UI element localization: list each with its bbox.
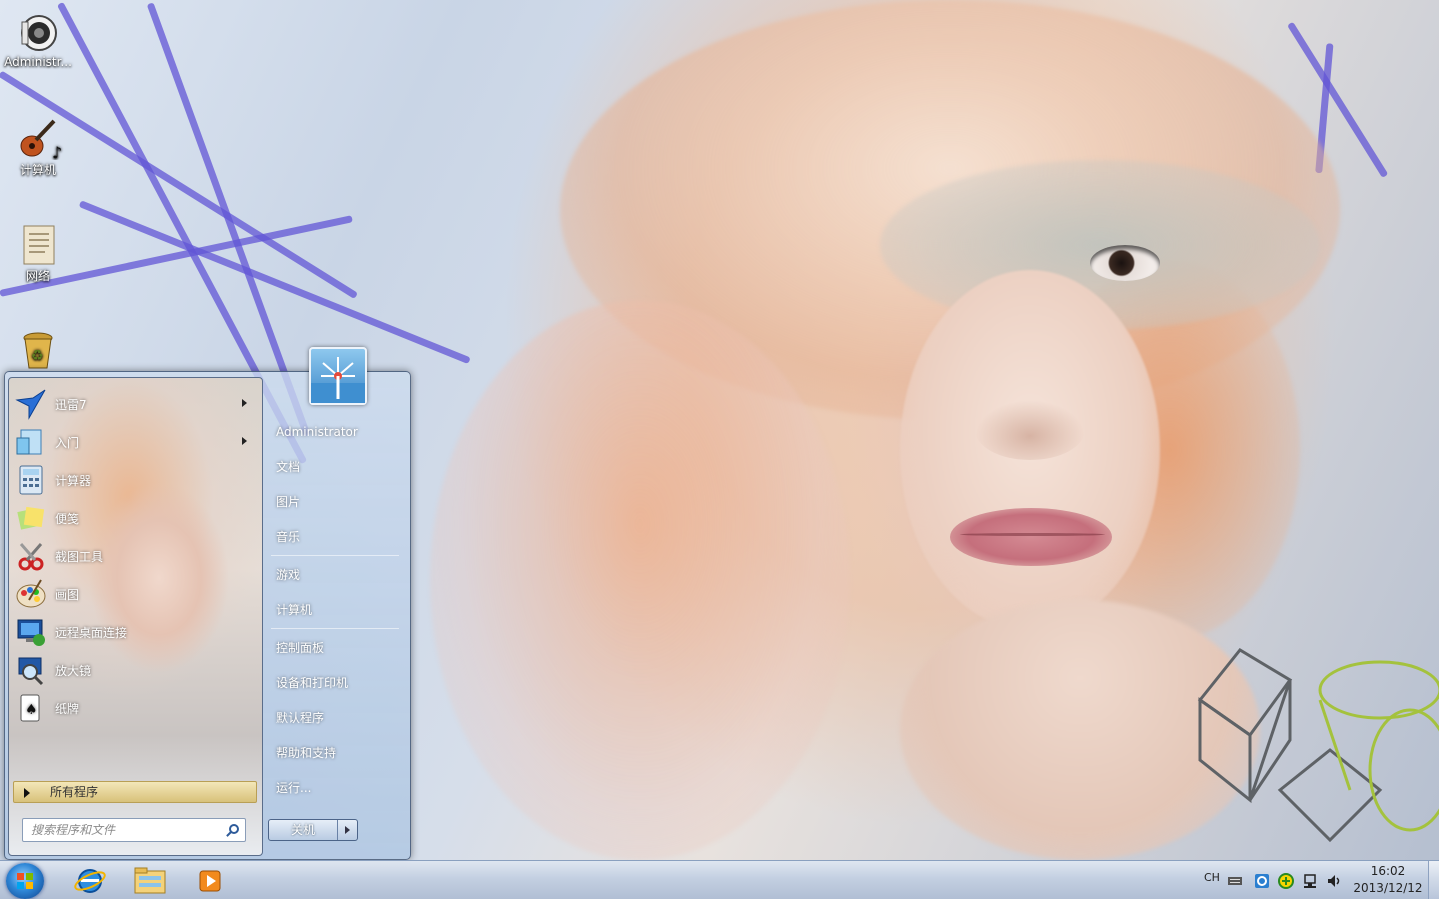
sticky-notes-icon: [15, 502, 47, 534]
triangle-right-icon: [24, 788, 30, 798]
search-icon: [229, 824, 239, 834]
keyboard-icon[interactable]: [1227, 873, 1243, 889]
right-item-documents[interactable]: 文档: [276, 454, 300, 480]
internet-explorer-icon: [74, 869, 106, 893]
search-input[interactable]: 搜索程序和文件: [22, 818, 246, 842]
language-indicator[interactable]: CH: [1204, 871, 1220, 884]
all-programs-button[interactable]: 所有程序: [13, 781, 257, 803]
remote-desktop-icon: [15, 616, 47, 648]
taskbar-file-explorer[interactable]: [124, 863, 176, 898]
taskbar-media-player[interactable]: [184, 863, 236, 898]
volume-icon[interactable]: [1326, 873, 1342, 889]
program-item-getting-started[interactable]: 入门: [15, 424, 255, 460]
desktop-icon-label: 计算机: [19, 163, 56, 177]
shutdown-options-button[interactable]: [337, 820, 357, 840]
thunder-bird-icon: [15, 388, 47, 420]
clock-date: 2013/12/12: [1353, 881, 1423, 895]
desktop-icon-label: Administr...: [4, 55, 72, 69]
taskbar-internet-explorer[interactable]: [64, 863, 116, 898]
program-label: 便笺: [55, 511, 80, 526]
program-label: 放大镜: [55, 663, 92, 678]
program-item-thunder[interactable]: 迅雷7: [15, 386, 255, 422]
shutdown-button[interactable]: 关机: [268, 819, 358, 841]
svg-text:♠: ♠: [25, 702, 38, 718]
program-item-sticky-notes[interactable]: 便笺: [15, 500, 255, 536]
right-item-help-support[interactable]: 帮助和支持: [276, 740, 336, 766]
right-item-run[interactable]: 运行...: [276, 775, 311, 801]
program-label: 计算器: [55, 473, 92, 488]
start-menu: 迅雷7 入门 计算器 便笺 截图工具 画图 远程桌面连接 放大镜 ♠ 纸牌 所有…: [4, 347, 411, 860]
snipping-tool-icon: [15, 540, 47, 572]
desktop-icon-recycle-bin[interactable]: ♻: [1, 330, 75, 373]
right-item-default-programs[interactable]: 默认程序: [276, 705, 324, 731]
media-player-icon: [199, 870, 221, 892]
speaker-icon: [18, 12, 58, 52]
svg-text:♻: ♻: [31, 348, 44, 364]
submenu-arrow-icon: [242, 437, 247, 445]
taskbar: CH 16:02 2013/12/12: [0, 860, 1439, 899]
network-icon[interactable]: [1302, 873, 1318, 889]
shutdown-label: 关机: [290, 823, 315, 837]
program-item-calculator[interactable]: 计算器: [15, 462, 255, 498]
windows-logo-icon: [17, 873, 33, 889]
program-label: 迅雷7: [55, 397, 87, 412]
svg-text:♪: ♪: [52, 143, 62, 160]
desktop-icon-administrator[interactable]: Administr...: [1, 12, 75, 69]
start-button[interactable]: [6, 863, 44, 899]
user-avatar[interactable]: [309, 347, 367, 405]
document-icon: [18, 224, 58, 265]
search-placeholder: 搜索程序和文件: [31, 823, 116, 837]
program-label: 远程桌面连接: [55, 625, 128, 640]
right-item-administrator[interactable]: Administrator: [276, 419, 358, 445]
calculator-icon: [15, 464, 47, 496]
recycle-bin-icon: ♻: [18, 330, 58, 370]
program-label: 截图工具: [55, 549, 104, 564]
show-desktop-button[interactable]: [1428, 861, 1439, 899]
right-separator: [271, 628, 399, 629]
paint-icon: [15, 578, 47, 610]
desktop-icon-label: 网络: [25, 269, 50, 283]
solitaire-icon: ♠: [15, 692, 47, 724]
getting-started-icon: [15, 426, 47, 458]
submenu-arrow-icon: [242, 399, 247, 407]
program-item-solitaire[interactable]: ♠ 纸牌: [15, 690, 255, 726]
program-label: 画图: [55, 587, 80, 602]
file-explorer-icon: [134, 867, 166, 894]
right-item-devices-printers[interactable]: 设备和打印机: [276, 670, 348, 696]
program-label: 入门: [55, 435, 80, 450]
program-item-paint[interactable]: 画图: [15, 576, 255, 612]
network-app-icon[interactable]: [1254, 873, 1270, 889]
program-item-remote-desktop[interactable]: 远程桌面连接: [15, 614, 255, 650]
program-item-snipping-tool[interactable]: 截图工具: [15, 538, 255, 574]
magnifier-icon: [15, 654, 47, 686]
right-item-games[interactable]: 游戏: [276, 562, 300, 588]
program-label: 纸牌: [55, 701, 80, 716]
right-item-computer[interactable]: 计算机: [276, 597, 312, 623]
right-item-pictures[interactable]: 图片: [276, 489, 300, 515]
guitar-icon: ♪: [18, 118, 62, 162]
desktop-icon-computer[interactable]: ♪ 计算机: [1, 118, 75, 178]
all-programs-label: 所有程序: [50, 785, 99, 799]
right-item-music[interactable]: 音乐: [276, 524, 300, 550]
right-item-control-panel[interactable]: 控制面板: [276, 635, 324, 661]
right-separator: [271, 555, 399, 556]
security-shield-icon[interactable]: [1278, 873, 1294, 889]
clock[interactable]: 16:02 2013/12/12: [1350, 863, 1426, 897]
clock-time: 16:02: [1370, 864, 1406, 878]
program-item-magnifier[interactable]: 放大镜: [15, 652, 255, 688]
start-menu-program-list: 迅雷7 入门 计算器 便笺 截图工具 画图 远程桌面连接 放大镜 ♠ 纸牌 所有…: [8, 377, 263, 856]
desktop-icon-network[interactable]: 网络: [1, 224, 75, 284]
